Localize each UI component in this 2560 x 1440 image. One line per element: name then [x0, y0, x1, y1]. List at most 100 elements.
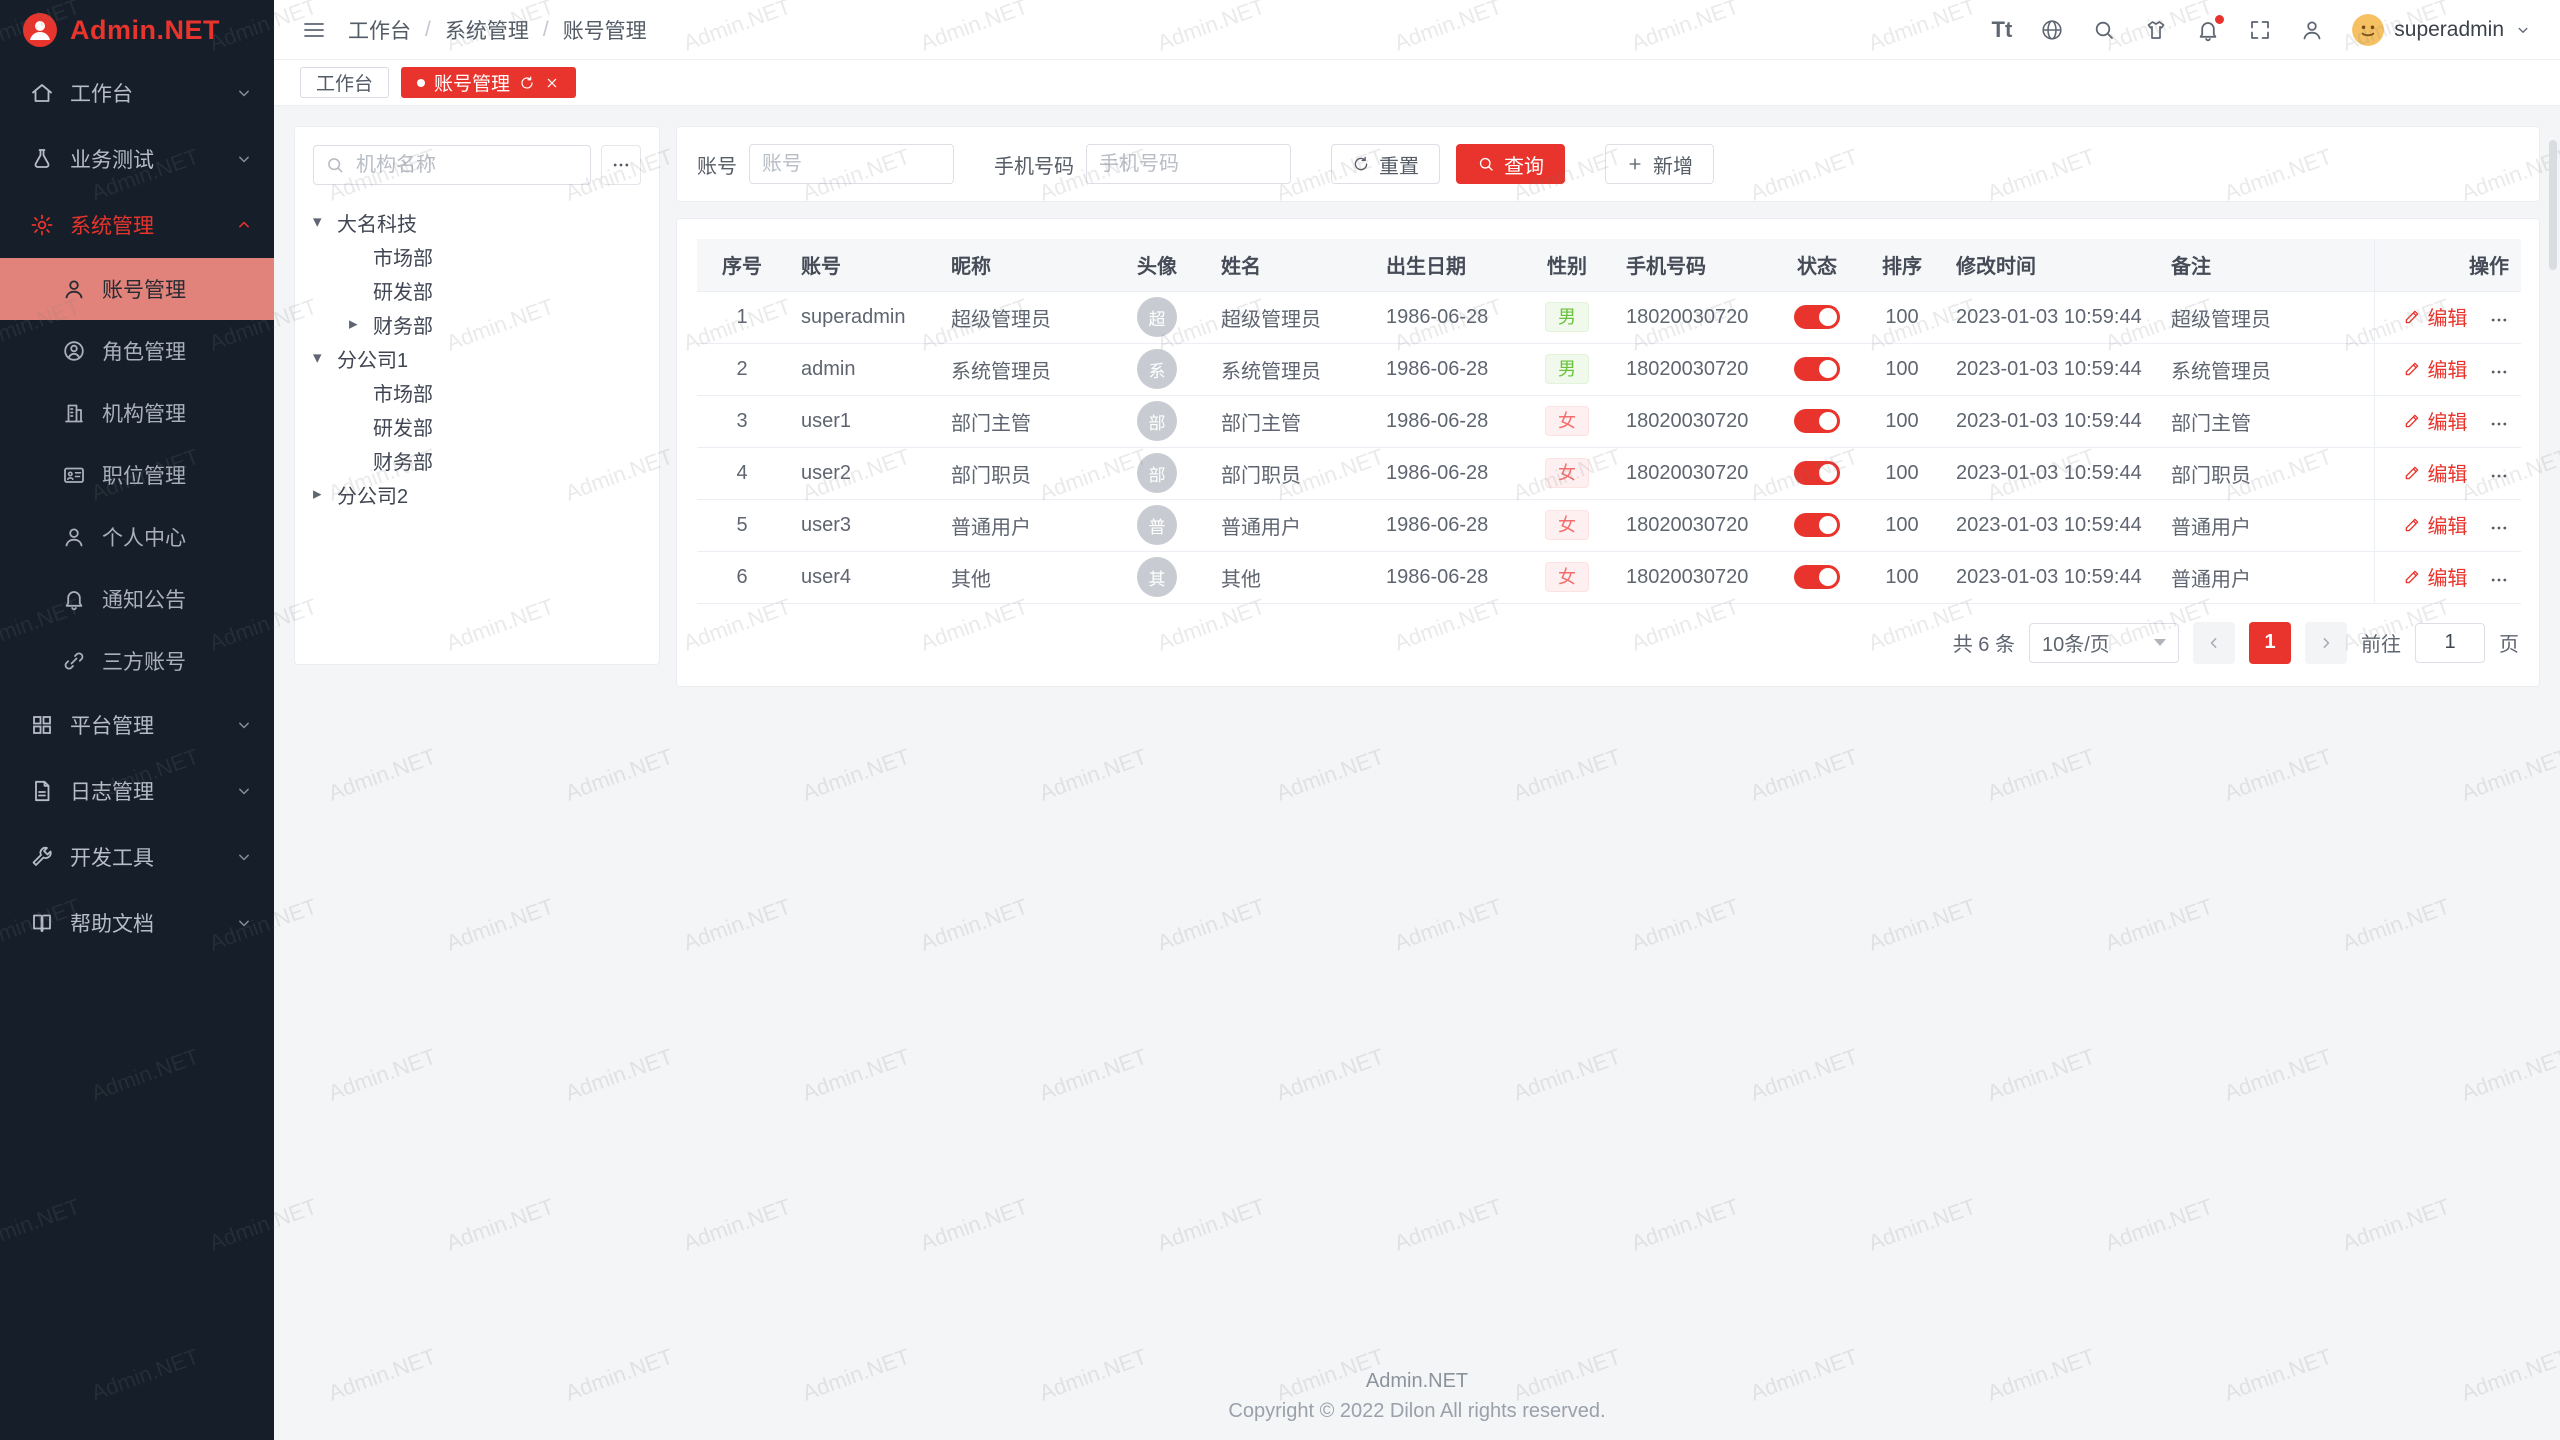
- notification-bell[interactable]: [2196, 18, 2220, 42]
- status-toggle[interactable]: [1794, 409, 1840, 433]
- language-icon[interactable]: [2040, 18, 2064, 42]
- sidebar-item-help-docs[interactable]: 帮助文档: [0, 890, 274, 956]
- profile-icon[interactable]: [2300, 18, 2324, 42]
- cell-gender: 男: [1522, 343, 1612, 395]
- prev-page-button[interactable]: [2193, 622, 2235, 664]
- page-footer: Admin.NET Copyright © 2022 Dilon All rig…: [274, 1366, 2560, 1426]
- cell-remark: 系统管理员: [2157, 343, 2374, 395]
- sidebar-item-log-management[interactable]: 日志管理: [0, 758, 274, 824]
- font-size-icon[interactable]: Tt: [1992, 19, 2013, 41]
- cell-order: 100: [1862, 291, 1942, 343]
- cell-account: user4: [787, 551, 937, 603]
- breadcrumb-item-system[interactable]: 系统管理: [445, 15, 529, 45]
- search-icon[interactable]: [2092, 18, 2116, 42]
- status-toggle[interactable]: [1794, 357, 1840, 381]
- sidebar-item-account-management[interactable]: 账号管理: [0, 258, 274, 320]
- goto-page-input[interactable]: [2415, 623, 2485, 663]
- sidebar-item-dev-tools[interactable]: 开发工具: [0, 824, 274, 890]
- edit-button[interactable]: 编辑: [2403, 302, 2467, 331]
- close-icon[interactable]: [544, 75, 560, 91]
- edit-icon: [2403, 464, 2421, 482]
- tree-caret-icon[interactable]: [349, 314, 373, 334]
- wrench-icon: [30, 845, 54, 869]
- more-actions-icon[interactable]: [2489, 310, 2509, 330]
- table-body: 1 superadmin 超级管理员 超 超级管理员 1986-06-28 男 …: [697, 291, 2521, 603]
- tree-node[interactable]: 研发部: [313, 273, 641, 307]
- more-actions-icon[interactable]: [2489, 570, 2509, 590]
- org-tree-panel: 大名科技 市场部 研发部 财务部: [294, 126, 660, 665]
- active-tab-dot: [417, 79, 425, 87]
- user-menu[interactable]: superadmin: [2352, 14, 2532, 46]
- tree-node[interactable]: 市场部: [313, 375, 641, 409]
- edit-label: 编辑: [2427, 510, 2467, 539]
- edit-button[interactable]: 编辑: [2403, 562, 2467, 591]
- cell-index: 3: [697, 395, 787, 447]
- status-toggle[interactable]: [1794, 513, 1840, 537]
- cell-birthdate: 1986-06-28: [1372, 343, 1522, 395]
- edit-button[interactable]: 编辑: [2403, 458, 2467, 487]
- brand-logo[interactable]: Admin.NET: [0, 0, 274, 60]
- sidebar-item-role-management[interactable]: 角色管理: [0, 320, 274, 382]
- fullscreen-icon[interactable]: [2248, 18, 2272, 42]
- col-gender: 性别: [1522, 239, 1612, 291]
- tree-caret-icon[interactable]: [313, 348, 337, 368]
- main-content: 大名科技 市场部 研发部 财务部: [274, 106, 2560, 1440]
- gender-badge: 女: [1545, 562, 1589, 592]
- more-actions-icon[interactable]: [2489, 362, 2509, 382]
- tree-caret-icon[interactable]: [313, 212, 337, 232]
- sidebar-item-business-test[interactable]: 业务测试: [0, 126, 274, 192]
- more-actions-icon[interactable]: [2489, 414, 2509, 434]
- tree-caret-icon[interactable]: [313, 484, 337, 504]
- status-toggle[interactable]: [1794, 305, 1840, 329]
- account-input[interactable]: [749, 144, 954, 184]
- table-row: 6 user4 其他 其 其他 1986-06-28 女 18020030720…: [697, 551, 2521, 603]
- tree-node[interactable]: 大名科技: [313, 205, 641, 239]
- more-actions-icon[interactable]: [2489, 518, 2509, 538]
- page-size-select[interactable]: 10条/页: [2029, 623, 2179, 663]
- more-actions-icon[interactable]: [2489, 466, 2509, 486]
- tab-workbench[interactable]: 工作台: [300, 67, 389, 98]
- status-toggle[interactable]: [1794, 461, 1840, 485]
- status-toggle[interactable]: [1794, 565, 1840, 589]
- tab-account-management[interactable]: 账号管理: [401, 67, 576, 98]
- tree-node[interactable]: 财务部: [313, 307, 641, 341]
- add-button[interactable]: 新增: [1605, 144, 1714, 184]
- search-button[interactable]: 查询: [1456, 144, 1565, 184]
- tree-node[interactable]: 市场部: [313, 239, 641, 273]
- tree-node-label: 财务部: [373, 446, 433, 475]
- menu-toggle-icon[interactable]: [302, 18, 326, 42]
- cell-status: [1772, 499, 1862, 551]
- org-search-input[interactable]: [313, 145, 591, 185]
- cell-birthdate: 1986-06-28: [1372, 499, 1522, 551]
- edit-button[interactable]: 编辑: [2403, 510, 2467, 539]
- sidebar-item-label: 工作台: [70, 78, 133, 108]
- breadcrumb-item-workbench[interactable]: 工作台: [348, 15, 411, 45]
- link-icon: [62, 649, 86, 673]
- cell-nickname: 部门主管: [937, 395, 1107, 447]
- edit-button[interactable]: 编辑: [2403, 354, 2467, 383]
- tree-node[interactable]: 分公司1: [313, 341, 641, 375]
- next-page-button[interactable]: [2305, 622, 2347, 664]
- current-page-button[interactable]: 1: [2249, 622, 2291, 664]
- sidebar-item-system-management[interactable]: 系统管理: [0, 192, 274, 258]
- sidebar-item-position-management[interactable]: 职位管理: [0, 444, 274, 506]
- tree-more-button[interactable]: [601, 145, 641, 185]
- cell-phone: 18020030720: [1612, 551, 1772, 603]
- sidebar-item-third-party-account[interactable]: 三方账号: [0, 630, 274, 692]
- tree-node[interactable]: 财务部: [313, 443, 641, 477]
- sidebar-item-org-management[interactable]: 机构管理: [0, 382, 274, 444]
- phone-input[interactable]: [1086, 144, 1291, 184]
- breadcrumb-separator: /: [543, 18, 549, 42]
- tree-node[interactable]: 分公司2: [313, 477, 641, 511]
- sidebar-item-notice[interactable]: 通知公告: [0, 568, 274, 630]
- edit-button[interactable]: 编辑: [2403, 406, 2467, 435]
- avatar: 普: [1137, 505, 1177, 545]
- tree-node[interactable]: 研发部: [313, 409, 641, 443]
- reset-button[interactable]: 重置: [1331, 144, 1440, 184]
- scrollbar-thumb[interactable]: [2549, 140, 2557, 270]
- sidebar-item-workbench[interactable]: 工作台: [0, 60, 274, 126]
- theme-icon[interactable]: [2144, 18, 2168, 42]
- sidebar-item-platform-management[interactable]: 平台管理: [0, 692, 274, 758]
- refresh-icon[interactable]: [519, 75, 535, 91]
- sidebar-item-personal-center[interactable]: 个人中心: [0, 506, 274, 568]
